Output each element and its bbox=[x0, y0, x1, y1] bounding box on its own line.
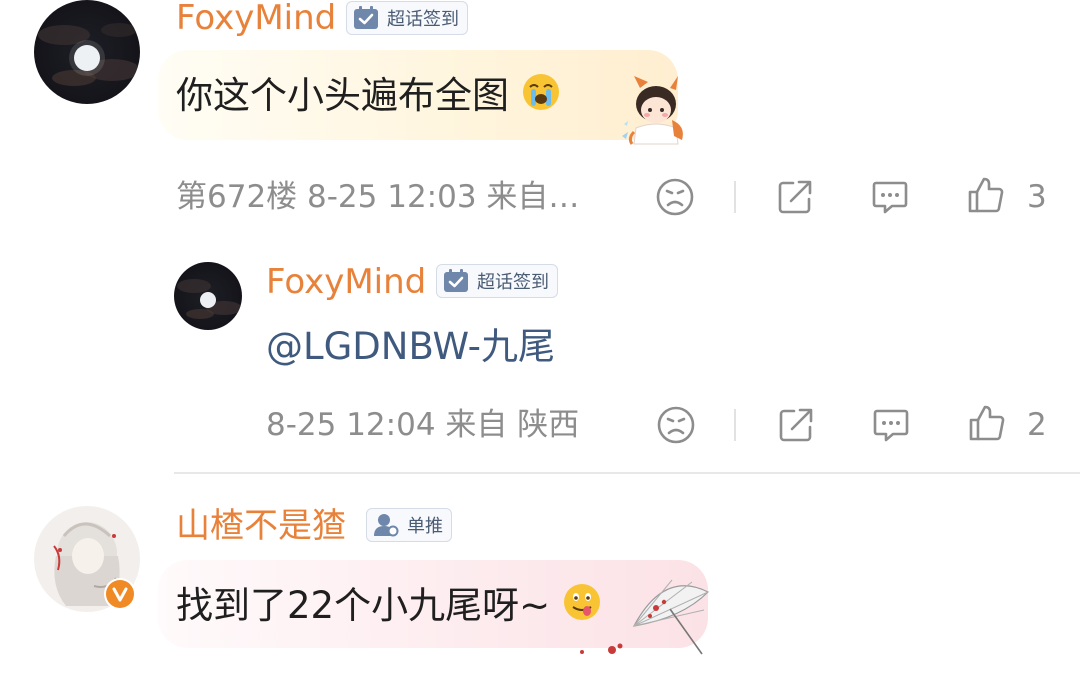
badge-label: 单推 bbox=[407, 516, 443, 537]
badge-label: 超话签到 bbox=[387, 9, 459, 30]
umbrella-sticker bbox=[572, 576, 712, 660]
avatar[interactable] bbox=[174, 262, 242, 330]
fox-chibi-sticker bbox=[612, 74, 694, 148]
username[interactable]: FoxyMind bbox=[176, 1, 336, 35]
thumbs-up-icon bbox=[969, 405, 1005, 441]
comment-text: 你这个小头遍布全图 bbox=[176, 72, 561, 118]
comment-divider bbox=[174, 472, 1080, 474]
comment-meta: 8-25 12:04 来自 陕西 bbox=[266, 407, 580, 443]
calendar-check-icon bbox=[354, 6, 378, 29]
sad-face-icon bbox=[657, 406, 695, 444]
comment-button[interactable] bbox=[871, 405, 911, 449]
username[interactable]: FoxyMind bbox=[266, 265, 426, 299]
moon-night-avatar-icon bbox=[38, 23, 140, 86]
supertopic-checkin-badge[interactable]: 超话签到 bbox=[436, 264, 558, 298]
like-button[interactable] bbox=[967, 403, 1007, 447]
like-count: 3 bbox=[1027, 179, 1047, 215]
comment-meta: 第672楼 8-25 12:03 来自… bbox=[176, 179, 580, 215]
share-button[interactable] bbox=[776, 405, 816, 449]
verified-badge bbox=[104, 578, 136, 610]
moon-night-avatar-icon bbox=[177, 279, 242, 319]
like-count: 2 bbox=[1027, 407, 1047, 443]
thumbs-up-icon bbox=[968, 177, 1004, 213]
crying-emoji-icon bbox=[521, 72, 561, 118]
action-divider bbox=[734, 409, 736, 441]
calendar-check-icon bbox=[444, 269, 468, 292]
supertopic-checkin-badge[interactable]: 超话签到 bbox=[346, 1, 468, 35]
share-icon bbox=[778, 180, 812, 214]
fan-badge[interactable]: 单推 bbox=[366, 508, 452, 542]
comment-icon bbox=[872, 181, 908, 214]
dislike-button[interactable] bbox=[655, 177, 695, 221]
like-button[interactable] bbox=[966, 175, 1006, 219]
avatar[interactable] bbox=[34, 0, 140, 104]
dislike-button[interactable] bbox=[656, 405, 696, 449]
mention-link[interactable]: @LGDNBW-九尾 bbox=[266, 328, 555, 365]
person-icon bbox=[374, 514, 399, 537]
sad-face-icon bbox=[656, 178, 694, 216]
share-button[interactable] bbox=[775, 177, 815, 221]
action-divider bbox=[734, 181, 736, 213]
comment-button[interactable] bbox=[870, 177, 910, 221]
verified-v-icon bbox=[106, 580, 134, 608]
comment-text: 找到了22个小九尾呀~ bbox=[176, 582, 602, 628]
username[interactable]: 山楂不是猹 bbox=[176, 509, 346, 543]
share-icon bbox=[779, 408, 813, 442]
comment-icon bbox=[873, 409, 909, 442]
badge-label: 超话签到 bbox=[477, 272, 549, 293]
